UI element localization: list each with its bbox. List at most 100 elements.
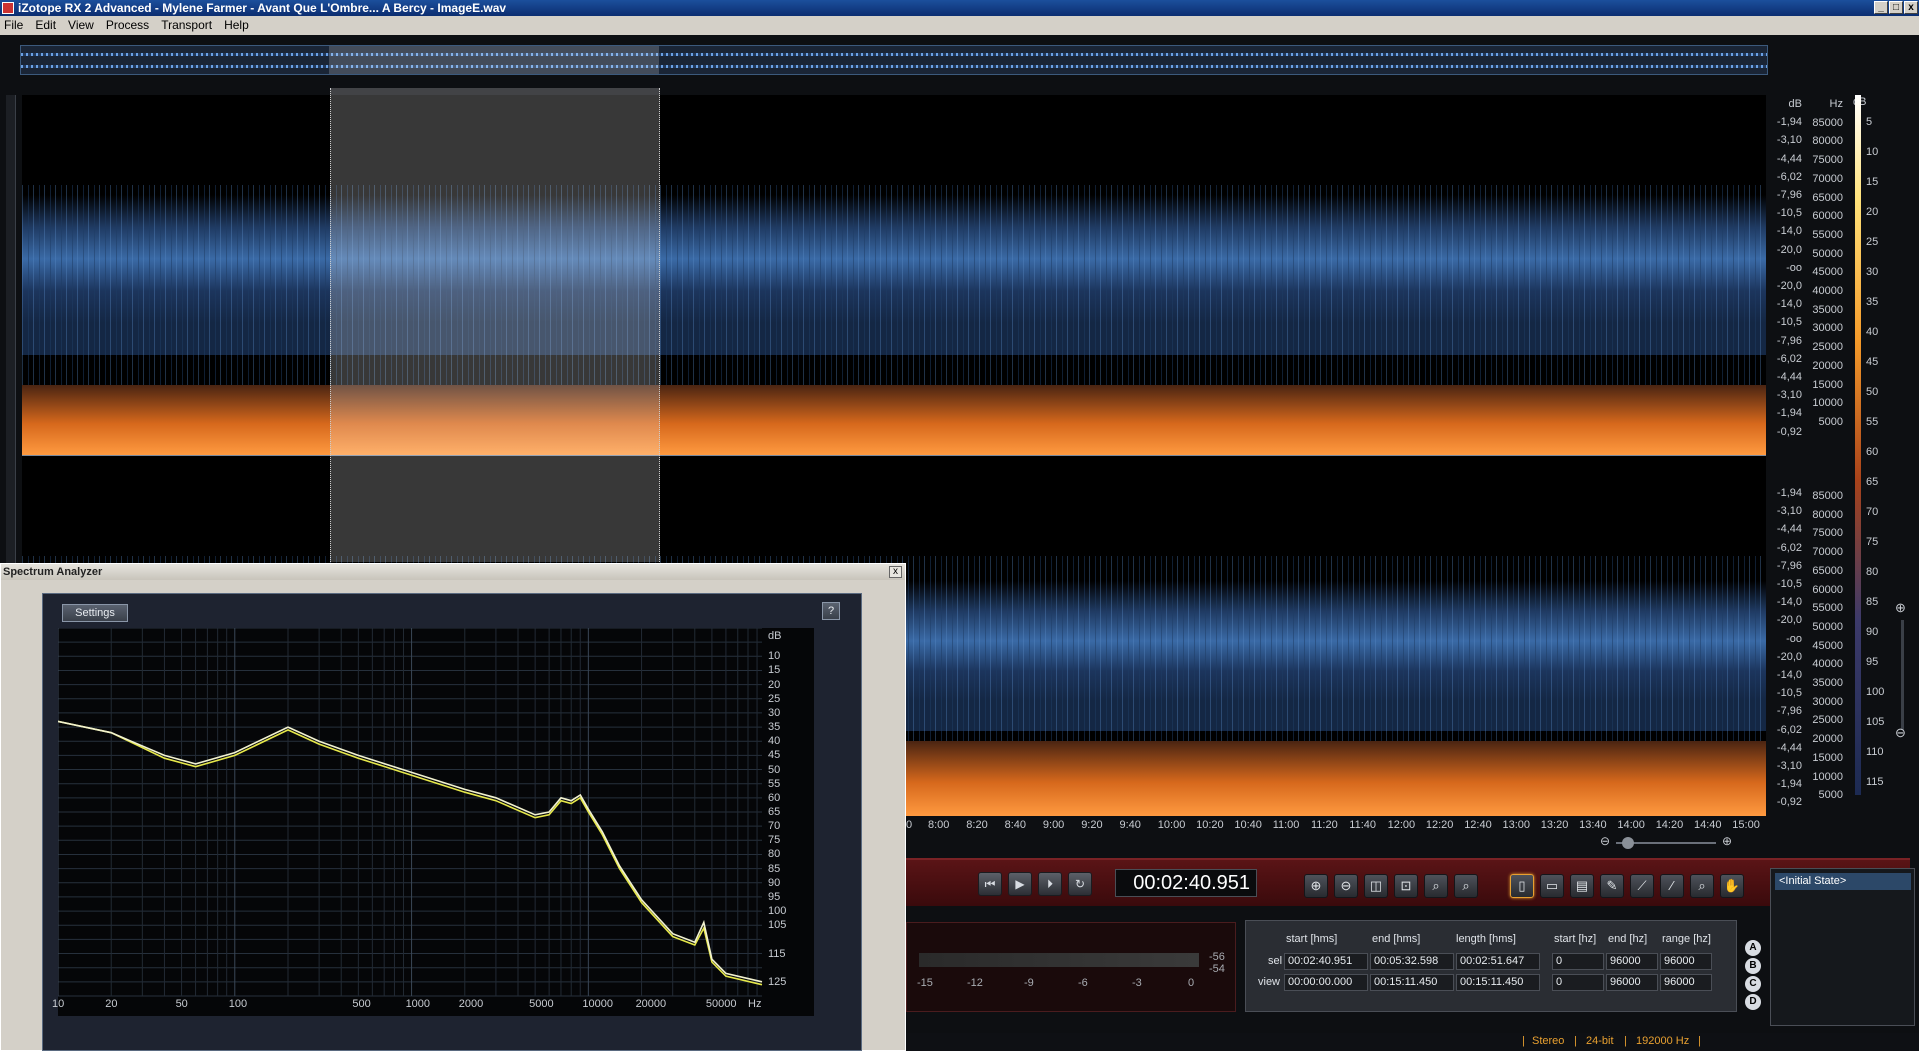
menu-edit[interactable]: Edit xyxy=(35,16,56,35)
y-tick-label: 75 xyxy=(768,834,781,847)
meter-bar xyxy=(919,953,1199,967)
zoom-selection-tool[interactable]: ◫ xyxy=(1364,874,1388,898)
freq-select-tool[interactable]: ✎ xyxy=(1600,874,1624,898)
meter-tick: 0 xyxy=(1188,977,1195,989)
time-tick: 13:20 xyxy=(1540,819,1569,831)
spectrum-series-line xyxy=(58,720,763,983)
zoom-freq-tool[interactable]: ⌕ xyxy=(1454,874,1478,898)
menu-process[interactable]: Process xyxy=(106,16,149,35)
y-tick-label: 65 xyxy=(768,806,781,818)
zoom-out-icon[interactable]: ⊖ xyxy=(1600,834,1610,848)
spectrum-plot[interactable] xyxy=(58,628,814,1016)
view-end-hz[interactable]: 96000 xyxy=(1606,974,1658,991)
zoom-in-icon[interactable]: ⊕ xyxy=(1722,834,1732,848)
colorbar-tick: 10 xyxy=(1866,146,1879,158)
help-button[interactable]: ? xyxy=(822,602,840,620)
close-icon[interactable]: x xyxy=(889,566,902,578)
x-tick-label: 20 xyxy=(105,998,118,1010)
sel-end-hz[interactable]: 96000 xyxy=(1606,953,1658,970)
vertical-zoom-track[interactable] xyxy=(1901,620,1904,730)
selection-info-panel: start [hms] end [hms] length [hms] start… xyxy=(1245,920,1737,1012)
overview-selection[interactable] xyxy=(329,46,659,74)
compare-c-button[interactable]: C xyxy=(1745,976,1761,992)
compare-a-button[interactable]: A xyxy=(1745,940,1761,956)
view-start-hz[interactable]: 0 xyxy=(1552,974,1604,991)
maximize-button[interactable]: □ xyxy=(1889,1,1903,14)
view-length-hms[interactable]: 00:15:11.450 xyxy=(1456,974,1540,991)
sel-length-hms[interactable]: 00:02:51.647 xyxy=(1456,953,1540,970)
settings-button[interactable]: Settings xyxy=(62,604,128,622)
waveform-overview[interactable] xyxy=(20,45,1768,75)
hz-tick: 85000 xyxy=(1812,490,1843,502)
window-title: iZotope RX 2 Advanced - Mylene Farmer - … xyxy=(18,1,507,15)
menu-file[interactable]: File xyxy=(4,16,23,35)
y-tick-label: 35 xyxy=(768,721,781,734)
header-end-hms: end [hms] xyxy=(1372,933,1421,945)
menu-view[interactable]: View xyxy=(68,16,94,35)
sel-end-hms[interactable]: 00:05:32.598 xyxy=(1370,953,1454,970)
rect-select-tool[interactable]: ▭ xyxy=(1540,874,1564,898)
skip-back-button[interactable]: ⏮ xyxy=(978,872,1002,896)
brush-tool[interactable]: ∕ xyxy=(1660,874,1684,898)
sel-range-hz[interactable]: 96000 xyxy=(1660,953,1712,970)
view-row-label: view xyxy=(1258,976,1281,988)
minimize-button[interactable]: _ xyxy=(1874,1,1888,14)
y-tick-label: 30 xyxy=(768,706,781,719)
hz-tick: 60000 xyxy=(1812,583,1843,596)
y-tick-label: 25 xyxy=(768,692,781,705)
play-selection-button[interactable]: ⏵ xyxy=(1038,872,1062,896)
zoom-fit-tool[interactable]: ⊡ xyxy=(1394,874,1418,898)
colorbar-tick: 100 xyxy=(1866,686,1885,698)
zoom-time-tool[interactable]: ⌕ xyxy=(1424,874,1448,898)
spectrum-series-line xyxy=(58,720,763,986)
zoom-tool[interactable]: ⌕ xyxy=(1690,874,1714,898)
time-tick: 11:40 xyxy=(1349,819,1377,831)
time-tick: 10:20 xyxy=(1196,819,1224,831)
time-tick: 11:00 xyxy=(1272,819,1300,831)
compare-d-button[interactable]: D xyxy=(1745,994,1761,1010)
play-button[interactable]: ▶ xyxy=(1008,872,1032,896)
menu-help[interactable]: Help xyxy=(224,16,249,35)
time-tick: 8:00 xyxy=(928,819,950,831)
sel-row-label: sel xyxy=(1268,955,1283,967)
x-tick-label: Hz xyxy=(748,998,762,1010)
lasso-select-tool[interactable]: ▤ xyxy=(1570,874,1594,898)
history-panel: <Initial State> xyxy=(1770,868,1915,1026)
compare-b-button[interactable]: B xyxy=(1745,958,1761,974)
time-select-tool[interactable]: ▯ xyxy=(1510,874,1534,898)
meter-peak-right: -54 xyxy=(1209,963,1225,975)
hand-tool[interactable]: ✋ xyxy=(1720,874,1744,898)
y-tick-label: 40 xyxy=(768,735,781,748)
zoom-out-tool[interactable]: ⊖ xyxy=(1334,874,1358,898)
zoom-in-icon[interactable]: ⊕ xyxy=(1895,600,1906,616)
history-item[interactable]: <Initial State> xyxy=(1775,873,1911,890)
zoom-in-tool[interactable]: ⊕ xyxy=(1304,874,1328,898)
close-button[interactable]: x xyxy=(1904,1,1918,14)
horizontal-zoom-slider[interactable]: ⊖ ⊕ xyxy=(1600,834,1740,850)
sel-start-hms[interactable]: 00:02:40.951 xyxy=(1284,953,1368,970)
hz-tick: 30000 xyxy=(1812,322,1843,335)
view-end-hms[interactable]: 00:15:11.450 xyxy=(1370,974,1454,991)
loop-button[interactable]: ↻ xyxy=(1068,872,1092,896)
colorbar-tick: 110 xyxy=(1866,746,1884,758)
magic-wand-tool[interactable]: ⟋ xyxy=(1630,874,1654,898)
sel-start-hz[interactable]: 0 xyxy=(1552,953,1604,970)
view-range-hz[interactable]: 96000 xyxy=(1660,974,1712,991)
view-start-hms[interactable]: 00:00:00.000 xyxy=(1284,974,1368,991)
hz-tick: 35000 xyxy=(1812,303,1843,316)
spectrogram-low-band xyxy=(22,385,1766,455)
y-tick-label: 10 xyxy=(768,650,781,663)
hz-tick: 45000 xyxy=(1812,639,1843,652)
colorbar-tick: 115 xyxy=(1866,776,1884,788)
y-tick-label: 70 xyxy=(768,820,781,833)
header-range-hz: range [hz] xyxy=(1662,933,1711,945)
menu-transport[interactable]: Transport xyxy=(161,16,212,35)
hz-tick: 55000 xyxy=(1812,602,1843,615)
zoom-thumb[interactable] xyxy=(1622,837,1634,849)
spectrogram-channel-left[interactable] xyxy=(22,95,1766,455)
time-selection[interactable] xyxy=(330,88,660,562)
hz-tick: 25000 xyxy=(1812,341,1843,354)
hz-tick: 55000 xyxy=(1812,228,1843,241)
vertical-zoom-controls[interactable]: ⊕ ⊖ xyxy=(1893,600,1913,800)
zoom-out-icon[interactable]: ⊖ xyxy=(1895,725,1906,741)
